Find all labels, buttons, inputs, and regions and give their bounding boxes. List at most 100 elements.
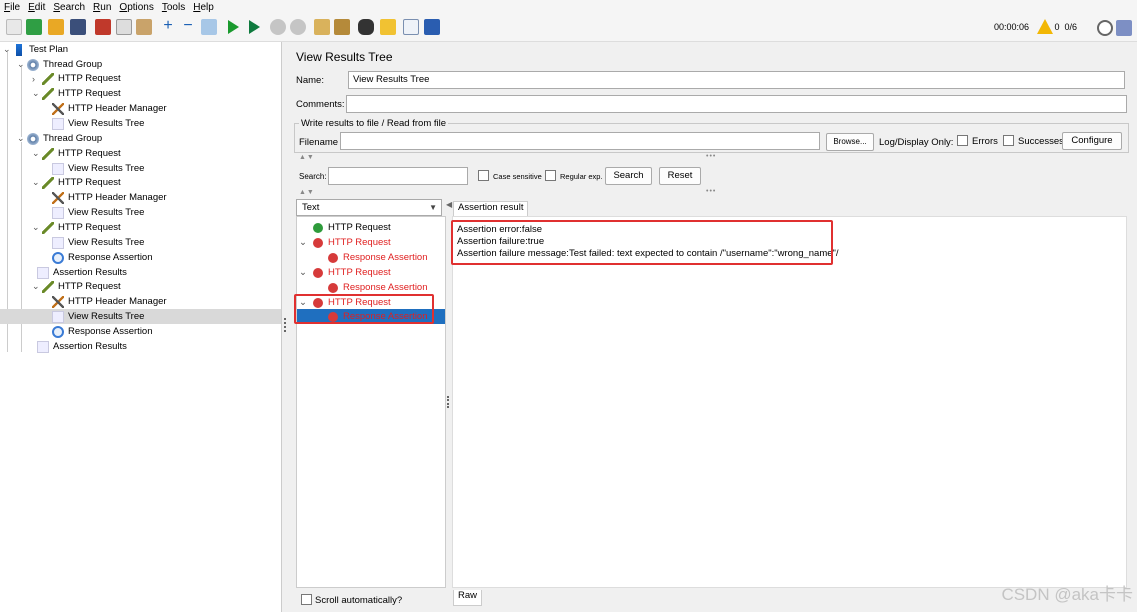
tree-node[interactable]: ⌄ Test Plan xyxy=(3,42,68,57)
test-plan-tree: ⌄ Test Plan ⌄ Thread Group › HTTP Request ⌄… xyxy=(0,42,282,612)
scroll-automatically-checkbox[interactable] xyxy=(301,594,312,605)
menu-tools[interactable]: Tools xyxy=(162,2,185,13)
tree-node[interactable]: View Results Tree xyxy=(52,161,144,176)
filename-field[interactable] xyxy=(340,132,820,150)
menu-search[interactable]: Search xyxy=(53,2,85,13)
splitter-dots[interactable]: ••• xyxy=(706,153,716,160)
successes-checkbox[interactable] xyxy=(1003,135,1014,146)
header-manager-icon xyxy=(52,191,64,204)
clear-icon[interactable] xyxy=(314,19,330,35)
http-request-icon xyxy=(42,221,54,234)
search-field[interactable] xyxy=(328,167,468,185)
header-manager-icon xyxy=(52,295,64,308)
reset-search-icon[interactable] xyxy=(380,19,396,35)
menu-run[interactable]: Run xyxy=(93,2,111,13)
splitter-handle[interactable] xyxy=(447,396,449,408)
menu-help[interactable]: Help xyxy=(193,2,214,13)
log-viewer-icon[interactable] xyxy=(1116,20,1132,36)
collapse-icon[interactable]: − xyxy=(180,18,196,35)
highlight-box xyxy=(294,294,434,324)
templates-icon[interactable] xyxy=(26,19,42,35)
search-icon[interactable] xyxy=(358,19,374,35)
tree-node[interactable]: View Results Tree xyxy=(52,205,144,220)
response-assertion-icon xyxy=(52,325,64,338)
result-item[interactable]: ⌄ HTTP Request xyxy=(299,265,391,280)
collapse-arrows[interactable]: ▲▼ xyxy=(299,189,315,196)
tree-node[interactable]: Response Assertion xyxy=(52,250,153,265)
results-tree-icon xyxy=(52,206,64,219)
help-icon[interactable] xyxy=(424,19,440,35)
result-item[interactable]: ⌄ HTTP Request xyxy=(299,235,391,250)
comments-field[interactable] xyxy=(346,95,1127,113)
regular-exp-checkbox[interactable] xyxy=(545,170,556,181)
splitter-dots[interactable]: ••• xyxy=(706,188,716,195)
case-sensitive-checkbox[interactable] xyxy=(478,170,489,181)
tree-node[interactable]: ⌄ HTTP Request xyxy=(32,146,121,161)
shutdown-icon[interactable] xyxy=(290,19,306,35)
expand-icon[interactable]: + xyxy=(160,18,176,35)
errors-checkbox[interactable] xyxy=(957,135,968,146)
tree-node[interactable]: Response Assertion xyxy=(52,324,153,339)
menu-edit[interactable]: Edit xyxy=(28,2,45,13)
case-sensitive-label: Case sensitive xyxy=(493,172,542,181)
tree-node[interactable]: ⌄ Thread Group xyxy=(17,57,102,72)
http-request-icon xyxy=(42,87,54,100)
tree-node[interactable]: ⌄ Thread Group xyxy=(17,131,102,146)
tree-node[interactable]: HTTP Header Manager xyxy=(52,101,167,116)
start-no-pauses-icon[interactable] xyxy=(249,20,260,34)
tree-node[interactable]: HTTP Header Manager xyxy=(52,190,167,205)
function-helper-icon[interactable] xyxy=(403,19,419,35)
tree-node[interactable]: ⌄ HTTP Request xyxy=(32,175,121,190)
cut-icon[interactable] xyxy=(95,19,111,35)
open-icon[interactable] xyxy=(48,19,64,35)
tree-node[interactable]: View Results Tree xyxy=(52,116,144,131)
tree-node[interactable]: ⌄ HTTP Request xyxy=(32,220,121,235)
toggle-icon[interactable] xyxy=(201,19,217,35)
tree-node[interactable]: ⌄ HTTP Request xyxy=(32,86,121,101)
header-manager-icon xyxy=(52,102,64,115)
collapse-arrows[interactable]: ▲▼ xyxy=(299,154,315,161)
warning-icon[interactable] xyxy=(1037,19,1053,34)
remote-icon[interactable] xyxy=(1097,20,1113,36)
name-field[interactable]: View Results Tree xyxy=(348,71,1125,89)
tree-node[interactable]: ⌄ HTTP Request xyxy=(32,279,121,294)
save-icon[interactable] xyxy=(70,19,86,35)
menu-file[interactable]: File xyxy=(4,2,20,13)
tree-node-selected[interactable]: View Results Tree xyxy=(0,309,281,324)
http-request-icon xyxy=(42,72,54,85)
result-detail-pane xyxy=(452,216,1127,588)
splitter-handle[interactable] xyxy=(284,318,287,332)
new-icon[interactable] xyxy=(6,19,22,35)
renderer-select[interactable]: Text ▼ xyxy=(296,199,442,216)
start-icon[interactable] xyxy=(228,20,239,34)
result-item[interactable]: HTTP Request xyxy=(313,220,391,235)
copy-icon[interactable] xyxy=(116,19,132,35)
browse-button[interactable]: Browse... xyxy=(826,133,874,151)
configure-button[interactable]: Configure xyxy=(1062,132,1122,150)
clear-all-icon[interactable] xyxy=(334,19,350,35)
tree-node[interactable]: Assertion Results xyxy=(37,265,127,280)
reset-button[interactable]: Reset xyxy=(659,167,701,185)
stop-icon[interactable] xyxy=(270,19,286,35)
chevron-down-icon: ▼ xyxy=(429,203,437,212)
menu-options[interactable]: Options xyxy=(119,2,153,13)
thread-count: 0/6 xyxy=(1064,22,1077,32)
tree-node[interactable]: HTTP Header Manager xyxy=(52,294,167,309)
result-item[interactable]: Response Assertion xyxy=(328,250,428,265)
file-group-label: Write results to file / Read from file xyxy=(299,118,449,129)
tree-node[interactable]: Assertion Results xyxy=(37,339,127,354)
assertion-results-icon xyxy=(37,340,49,353)
result-item[interactable]: Response Assertion xyxy=(328,280,428,295)
search-button[interactable]: Search xyxy=(605,167,652,185)
tab-raw[interactable]: Raw xyxy=(453,590,483,606)
tab-assertion-result[interactable]: Assertion result xyxy=(453,201,529,216)
successes-label: Successes xyxy=(1018,136,1064,147)
results-tree-icon xyxy=(52,162,64,175)
failure-icon xyxy=(328,252,338,263)
tree-node[interactable]: View Results Tree xyxy=(52,235,144,250)
splitter-arrow[interactable]: ◀ xyxy=(446,200,452,212)
tree-node[interactable]: › HTTP Request xyxy=(32,71,121,86)
paste-icon[interactable] xyxy=(136,19,152,35)
elapsed-timer: 00:00:06 xyxy=(993,22,1029,32)
search-label: Search: xyxy=(299,172,327,181)
